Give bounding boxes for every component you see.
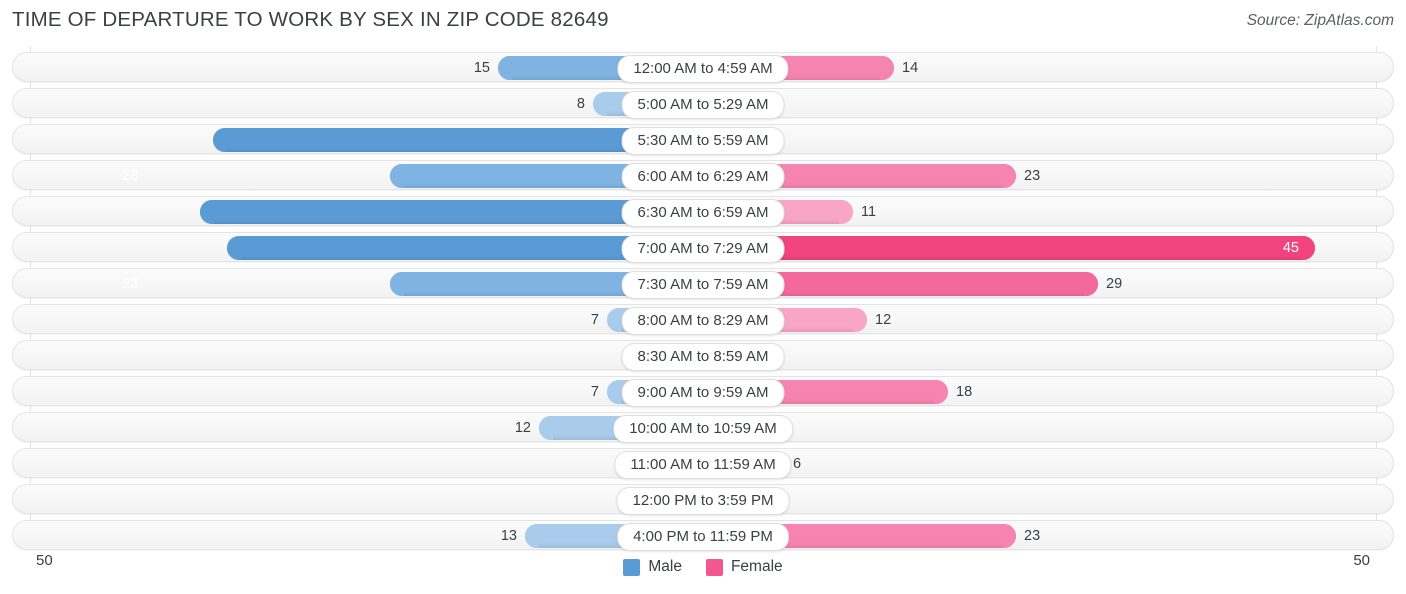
bar-value-female: 23 <box>1024 168 1041 184</box>
chart-row: 7 18 9:00 AM to 9:59 AM <box>12 376 1394 407</box>
legend-label: Female <box>730 558 783 575</box>
chart-row: 0611:00 AM to 11:59 AM <box>12 448 1394 479</box>
category-label: 10:00 AM to 10:59 AM <box>613 415 793 443</box>
bar-value-male: 12 <box>514 420 531 436</box>
category-label: 8:00 AM to 8:29 AM <box>621 307 785 335</box>
legend-item-female[interactable]: Female <box>705 558 783 576</box>
chart-row: 0012:00 PM to 3:59 PM <box>12 484 1394 515</box>
bar-value-female: 6 <box>793 456 802 472</box>
bar-value-female: 45 <box>1282 240 1299 256</box>
bar-value-male: 8 <box>576 96 585 112</box>
category-label: 5:00 AM to 5:29 AM <box>621 91 785 119</box>
chart-legend: Male Female <box>0 558 1406 576</box>
category-label: 8:30 AM to 8:59 AM <box>621 343 785 371</box>
bar-value-male: 37 <box>0 197 214 227</box>
category-label: 6:00 AM to 6:29 AM <box>621 163 785 191</box>
bar-value-male: 23 <box>122 168 139 184</box>
category-label: 7:30 AM to 7:59 AM <box>621 271 785 299</box>
bar-value-male: 7 <box>590 312 599 328</box>
bar-value-female: 12 <box>875 312 892 328</box>
category-label: 7:00 AM to 7:29 AM <box>621 235 785 263</box>
bar-value-male: 23 <box>122 276 139 292</box>
chart-plot-area: 15 14 12:00 AM to 4:59 AM 835:00 AM to 5:29… <box>0 46 1406 551</box>
category-label: 9:00 AM to 9:59 AM <box>621 379 785 407</box>
legend-swatch-icon <box>623 558 641 576</box>
chart-row: 008:30 AM to 8:59 AM <box>12 340 1394 371</box>
bar-value-male: 35 <box>0 233 241 263</box>
bar-value-male: 15 <box>473 60 490 76</box>
bar-value-female: 11 <box>861 204 877 220</box>
chart-row: 23 23 6:00 AM to 6:29 AM <box>12 160 1394 191</box>
legend-swatch-icon <box>705 558 723 576</box>
bar-value-female: 29 <box>1106 276 1123 292</box>
chart-row: 15 14 12:00 AM to 4:59 AM <box>12 52 1394 83</box>
legend-item-male[interactable]: Male <box>623 558 682 576</box>
category-label: 6:30 AM to 6:59 AM <box>621 199 785 227</box>
category-label: 12:00 AM to 4:59 AM <box>617 55 789 83</box>
chart-footer: 50 50 Male Female <box>0 546 1406 594</box>
bar-value-male: 36 <box>0 125 227 155</box>
page-title: TIME OF DEPARTURE TO WORK BY SEX IN ZIP … <box>12 8 609 31</box>
chart-row: 7 12 8:00 AM to 8:29 AM <box>12 304 1394 335</box>
category-label: 4:00 PM to 11:59 PM <box>617 523 789 551</box>
chart-page: TIME OF DEPARTURE TO WORK BY SEX IN ZIP … <box>0 0 1406 594</box>
bar-value-female: 18 <box>956 384 973 400</box>
category-label: 12:00 PM to 3:59 PM <box>616 487 790 515</box>
chart-row: 835:00 AM to 5:29 AM <box>12 88 1394 119</box>
category-label: 5:30 AM to 5:59 AM <box>621 127 785 155</box>
chart-row: 35457:00 AM to 7:29 AM <box>12 232 1394 263</box>
chart-row: 37116:30 AM to 6:59 AM <box>12 196 1394 227</box>
chart-row: 3645:30 AM to 5:59 AM <box>12 124 1394 155</box>
bar-value-male: 7 <box>590 384 599 400</box>
chart-header: TIME OF DEPARTURE TO WORK BY SEX IN ZIP … <box>0 0 1406 46</box>
chart-row: 23 29 7:30 AM to 7:59 AM <box>12 268 1394 299</box>
legend-label: Male <box>648 558 682 575</box>
source-attribution: Source: ZipAtlas.com <box>1246 12 1394 29</box>
category-label: 11:00 AM to 11:59 AM <box>614 451 792 479</box>
bar-value-female: 14 <box>902 60 919 76</box>
chart-row: 12410:00 AM to 10:59 AM <box>12 412 1394 443</box>
